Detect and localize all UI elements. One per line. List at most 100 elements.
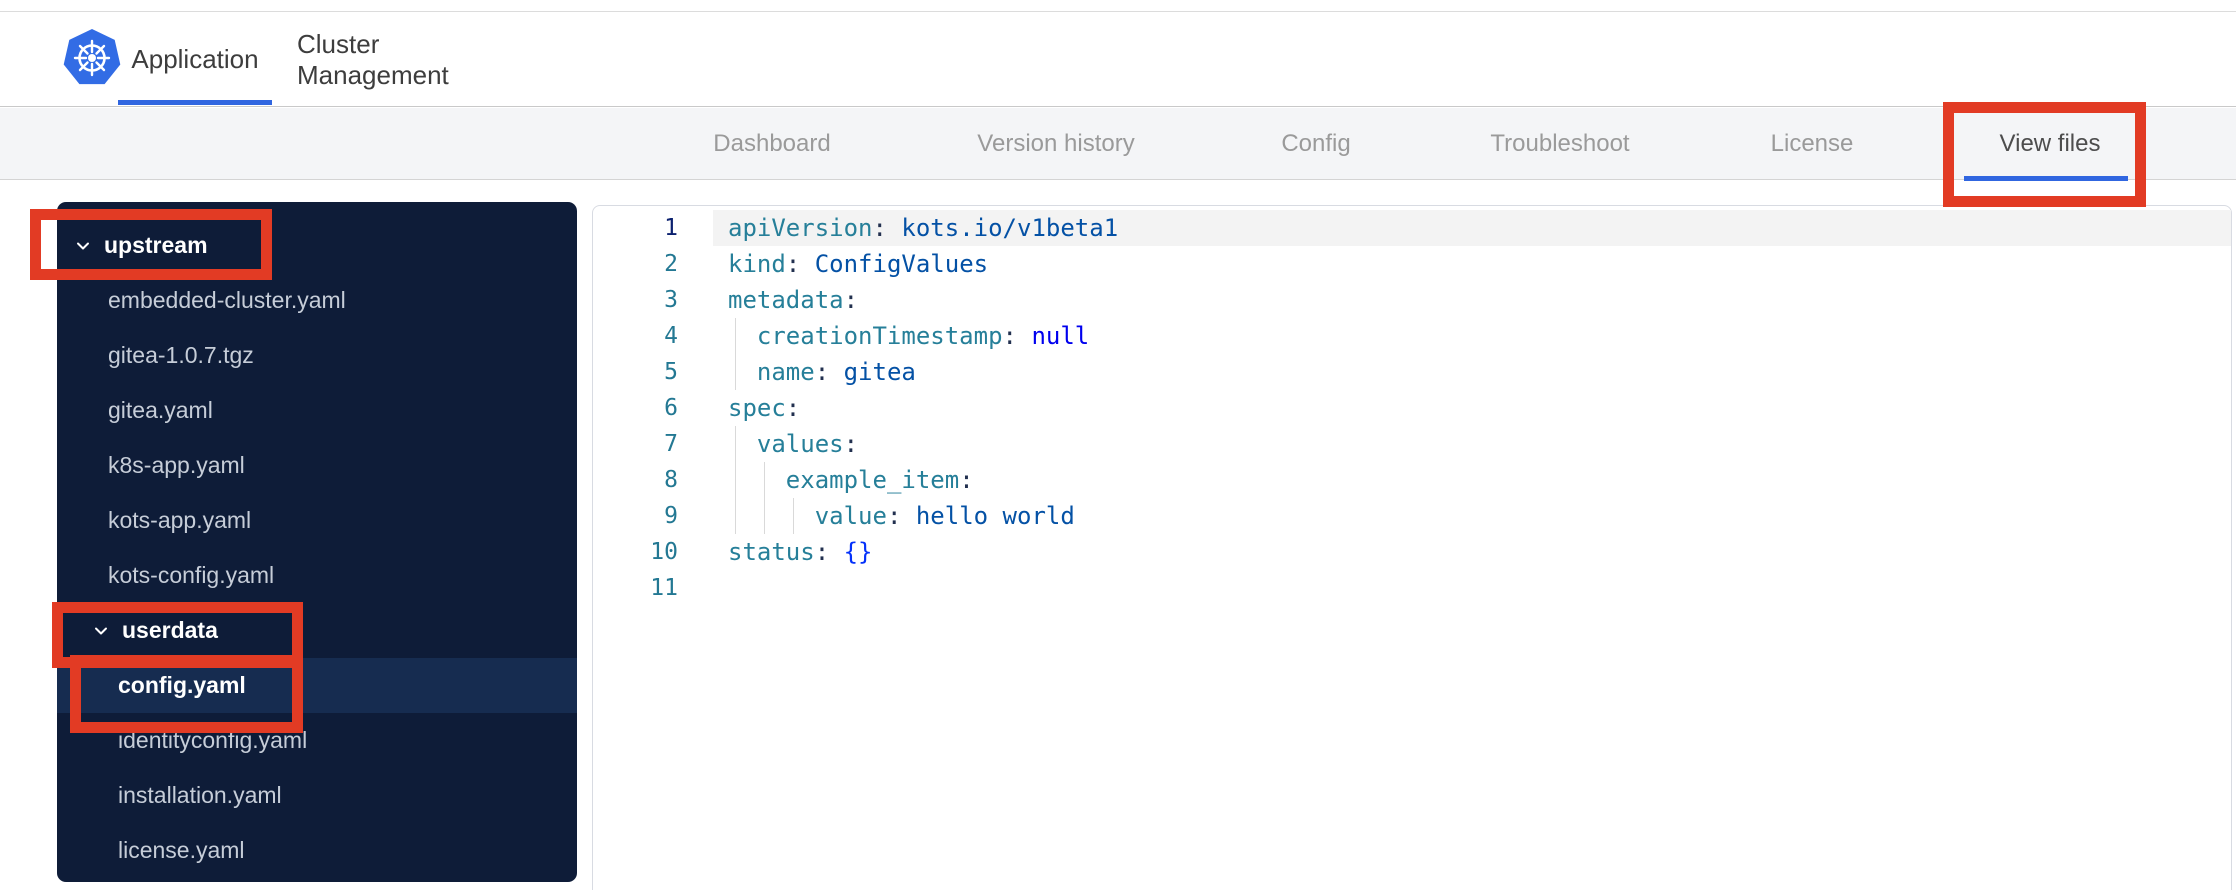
tab-cluster-management[interactable]: Cluster Management xyxy=(297,12,497,107)
tree-file-identityconfig.yaml[interactable]: identityconfig.yaml xyxy=(57,713,577,768)
code-line: 7 values: xyxy=(593,426,2231,462)
code-line-content: metadata: xyxy=(713,282,2231,318)
tab-view-files[interactable]: View files xyxy=(2000,108,2101,180)
indent-guide xyxy=(735,498,736,534)
code-line: 8 example_item: xyxy=(593,462,2231,498)
tree-item-label: kots-config.yaml xyxy=(108,562,275,588)
code-line-content: creationTimestamp: null xyxy=(713,318,2231,354)
token-val: hello world xyxy=(915,502,1075,530)
code-line-content: apiVersion: kots.io/v1beta1 xyxy=(713,210,2231,246)
file-content-editor[interactable]: 1 apiVersion: kots.io/v1beta1 2 kind: Confi… xyxy=(592,205,2232,890)
code-line-content: spec: xyxy=(713,390,2231,426)
tree-file-installation.yaml[interactable]: installation.yaml xyxy=(57,768,577,823)
line-number: 8 xyxy=(664,467,678,493)
file-tree: upstream embedded-cluster.yaml gitea-1.0.7… xyxy=(57,218,577,878)
indent-guide xyxy=(735,318,736,354)
code-line-content: kind: ConfigValues xyxy=(713,246,2231,282)
tree-item-label: license.yaml xyxy=(118,837,245,863)
tree-folder-userdata[interactable]: userdata xyxy=(57,603,577,658)
indent-guide xyxy=(763,462,765,498)
tree-item-label: installation.yaml xyxy=(118,782,282,808)
token-val: gitea xyxy=(843,358,916,386)
tree-item-label: identityconfig.yaml xyxy=(118,727,308,753)
token-key: kind xyxy=(728,250,786,278)
tree-item-label: gitea.yaml xyxy=(108,397,213,423)
chevron-down-icon xyxy=(75,238,91,254)
token-bracket: {} xyxy=(843,538,873,566)
token-colon: : xyxy=(872,214,902,242)
code-line: 6 spec: xyxy=(593,390,2231,426)
code-line: 3 metadata: xyxy=(593,282,2231,318)
tab-config[interactable]: Config xyxy=(1281,108,1350,180)
code-line: 1 apiVersion: kots.io/v1beta1 xyxy=(593,210,2231,246)
tree-item-label: kots-app.yaml xyxy=(108,507,252,533)
line-number: 3 xyxy=(664,287,678,313)
token-colon: : xyxy=(814,538,844,566)
code-line: 5 name: gitea xyxy=(593,354,2231,390)
code-line: 4 creationTimestamp: null xyxy=(593,318,2231,354)
token-colon: : xyxy=(886,502,916,530)
code-line-content: values: xyxy=(713,426,2231,462)
tree-file-k8s-app.yaml[interactable]: k8s-app.yaml xyxy=(57,438,577,493)
line-number: 10 xyxy=(650,539,678,565)
tab-application[interactable]: Application xyxy=(110,12,280,107)
tree-file-embedded-cluster.yaml[interactable]: embedded-cluster.yaml xyxy=(57,273,577,328)
token-colon: : xyxy=(843,286,859,314)
tab-version-history[interactable]: Version history xyxy=(977,108,1134,180)
code-line-content: example_item: xyxy=(713,462,2231,498)
token-colon: : xyxy=(814,358,844,386)
tree-item-label: k8s-app.yaml xyxy=(108,452,245,478)
code-line: 9 value: hello world xyxy=(593,498,2231,534)
token-key: value xyxy=(814,502,887,530)
token-key: example_item xyxy=(785,466,960,494)
line-number: 7 xyxy=(664,431,678,457)
code-line-content: name: gitea xyxy=(713,354,2231,390)
indent-guide xyxy=(763,498,765,534)
token-val: ConfigValues xyxy=(814,250,989,278)
line-number: 1 xyxy=(664,215,678,241)
indent-guide xyxy=(735,462,736,498)
indent-guide xyxy=(792,498,794,534)
token-key: metadata xyxy=(728,286,844,314)
token-key: creationTimestamp xyxy=(756,322,1003,350)
app-subnav: Dashboard Version history Config Trouble… xyxy=(0,108,2236,180)
code-line: 2 kind: ConfigValues xyxy=(593,246,2231,282)
tree-item-label: upstream xyxy=(104,232,208,258)
tab-license[interactable]: License xyxy=(1771,108,1854,180)
token-key: values xyxy=(756,430,844,458)
tab-dashboard[interactable]: Dashboard xyxy=(713,108,830,180)
file-tree-sidebar: upstream embedded-cluster.yaml gitea-1.0.7… xyxy=(57,202,577,882)
app-header: Application Cluster Management xyxy=(0,12,2236,107)
token-colon: : xyxy=(843,430,859,458)
token-key: apiVersion xyxy=(728,214,873,242)
token-kw: null xyxy=(1031,322,1090,350)
token-colon: : xyxy=(959,466,974,494)
token-key: status xyxy=(728,538,815,566)
tree-file-kots-app.yaml[interactable]: kots-app.yaml xyxy=(57,493,577,548)
code-line-content: status: {} xyxy=(713,534,2231,570)
tree-file-gitea.yaml[interactable]: gitea.yaml xyxy=(57,383,577,438)
token-colon: : xyxy=(785,250,815,278)
token-val: kots.io/v1beta1 xyxy=(901,214,1119,242)
token-key: name xyxy=(756,358,815,386)
code-line: 10 status: {} xyxy=(593,534,2231,570)
line-number: 6 xyxy=(664,395,678,421)
tree-item-label: userdata xyxy=(122,617,218,643)
view-files-active-underline xyxy=(1964,176,2128,181)
tree-folder-upstream[interactable]: upstream xyxy=(57,218,577,273)
indent-guide xyxy=(735,354,736,390)
tree-file-license.yaml[interactable]: license.yaml xyxy=(57,823,577,878)
code-line-content xyxy=(713,570,2231,606)
kots-admin-console: Application Cluster Management Dashboard… xyxy=(0,0,2236,890)
code-line: 11 xyxy=(593,570,2231,606)
line-number: 9 xyxy=(664,503,678,529)
tree-file-gitea-1.0.7.tgz[interactable]: gitea-1.0.7.tgz xyxy=(57,328,577,383)
line-number: 5 xyxy=(664,359,678,385)
tree-item-label: embedded-cluster.yaml xyxy=(108,287,346,313)
line-number: 2 xyxy=(664,251,678,277)
tab-troubleshoot[interactable]: Troubleshoot xyxy=(1490,108,1629,180)
tree-file-kots-config.yaml[interactable]: kots-config.yaml xyxy=(57,548,577,603)
token-colon: : xyxy=(785,394,801,422)
line-number: 11 xyxy=(650,575,678,601)
tree-file-config.yaml[interactable]: config.yaml xyxy=(57,658,577,713)
